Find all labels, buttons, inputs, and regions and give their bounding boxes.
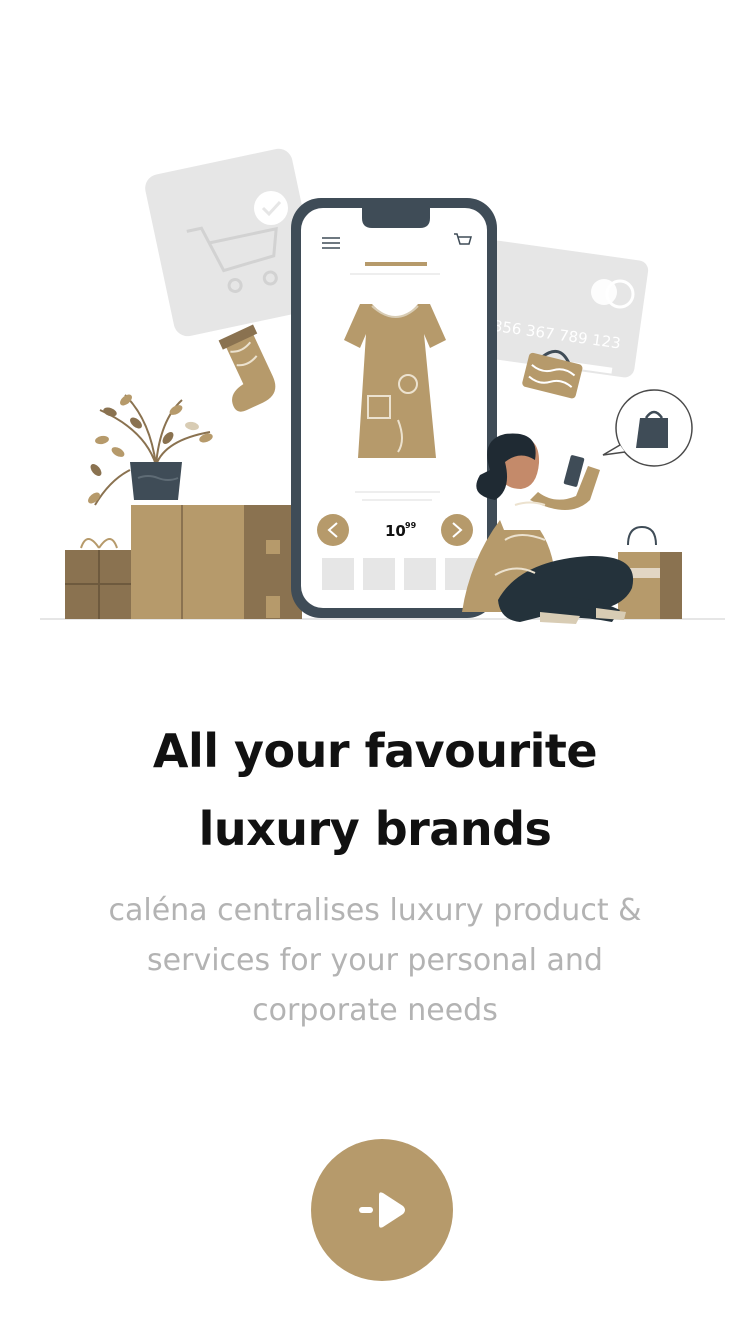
title-line-1: All your favourite xyxy=(152,724,598,778)
plant-pot xyxy=(88,394,213,506)
onboarding-title: All your favourite luxury brands xyxy=(0,712,750,868)
sock-item xyxy=(218,324,276,412)
arrow-right-icon xyxy=(359,1192,405,1228)
cardboard-boxes xyxy=(131,505,302,619)
title-line-2: luxury brands xyxy=(198,802,552,856)
phone-price: 10 xyxy=(385,522,406,540)
next-button[interactable] xyxy=(311,1139,453,1281)
speech-bubble xyxy=(602,389,693,467)
onboarding-illustration: 356 367 789 123 10 99 xyxy=(0,0,750,660)
onboarding-subtitle: caléna centralises luxury product & serv… xyxy=(60,886,690,1036)
subtitle-line-2: services for your personal and xyxy=(147,943,603,978)
phone-mockup: 10 99 xyxy=(291,198,497,618)
phone-price-cents: 99 xyxy=(405,521,417,530)
subtitle-line-1: caléna centralises luxury product & xyxy=(108,893,642,928)
subtitle-line-3: corporate needs xyxy=(252,993,498,1028)
gift-box xyxy=(65,538,133,619)
